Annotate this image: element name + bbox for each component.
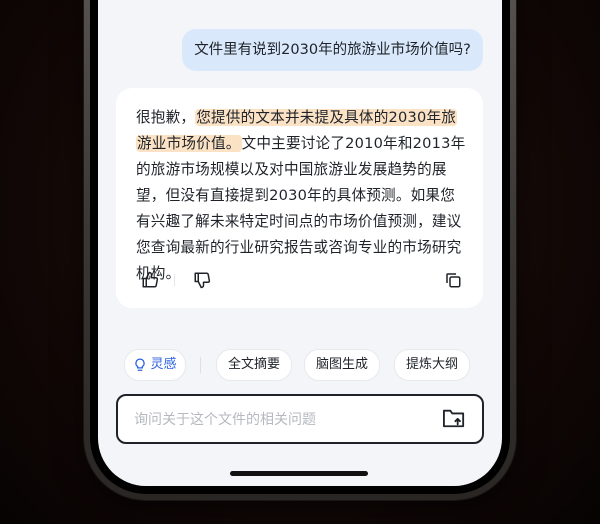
user-message-text: 文件里有说到2030年的旅游业市场价值吗? bbox=[194, 42, 471, 58]
chip-divider bbox=[200, 357, 201, 373]
outline-chip[interactable]: 提炼大纲 bbox=[394, 349, 470, 381]
question-input-box bbox=[116, 394, 484, 444]
thumbs-up-icon[interactable] bbox=[138, 268, 162, 292]
chat-screen: 文件里有说到2030年的旅游业市场价值吗? 很抱歉，您提供的文本并未提及具体的2… bbox=[98, 0, 502, 486]
answer-text: 很抱歉，您提供的文本并未提及具体的2030年旅游业市场价值。文中主要讨论了201… bbox=[136, 105, 466, 287]
lightbulb-icon bbox=[135, 358, 146, 371]
quick-action-chips: 灵感 全文摘要 脑图生成 提炼大纲 bbox=[124, 349, 484, 381]
inspiration-chip[interactable]: 灵感 bbox=[124, 349, 186, 381]
mindmap-chip[interactable]: 脑图生成 bbox=[304, 349, 380, 381]
copy-icon[interactable] bbox=[441, 268, 465, 292]
user-message-bubble: 文件里有说到2030年的旅游业市场价值吗? bbox=[182, 29, 483, 71]
answer-actions bbox=[136, 268, 466, 292]
inspiration-chip-label: 灵感 bbox=[150, 357, 177, 372]
summary-chip[interactable]: 全文摘要 bbox=[216, 349, 292, 381]
answer-body: 文中主要讨论了2010年和2013年的旅游市场规模以及对中国旅游业发展趋势的展望… bbox=[136, 135, 466, 282]
answer-prefix: 很抱歉， bbox=[136, 109, 196, 126]
thumbs-down-icon[interactable] bbox=[190, 268, 214, 292]
folder-upload-icon[interactable] bbox=[442, 407, 468, 431]
assistant-answer-card: 很抱歉，您提供的文本并未提及具体的2030年旅游业市场价值。文中主要讨论了201… bbox=[116, 88, 483, 308]
question-input[interactable] bbox=[132, 396, 426, 444]
action-divider bbox=[174, 274, 175, 286]
home-indicator bbox=[230, 471, 368, 476]
